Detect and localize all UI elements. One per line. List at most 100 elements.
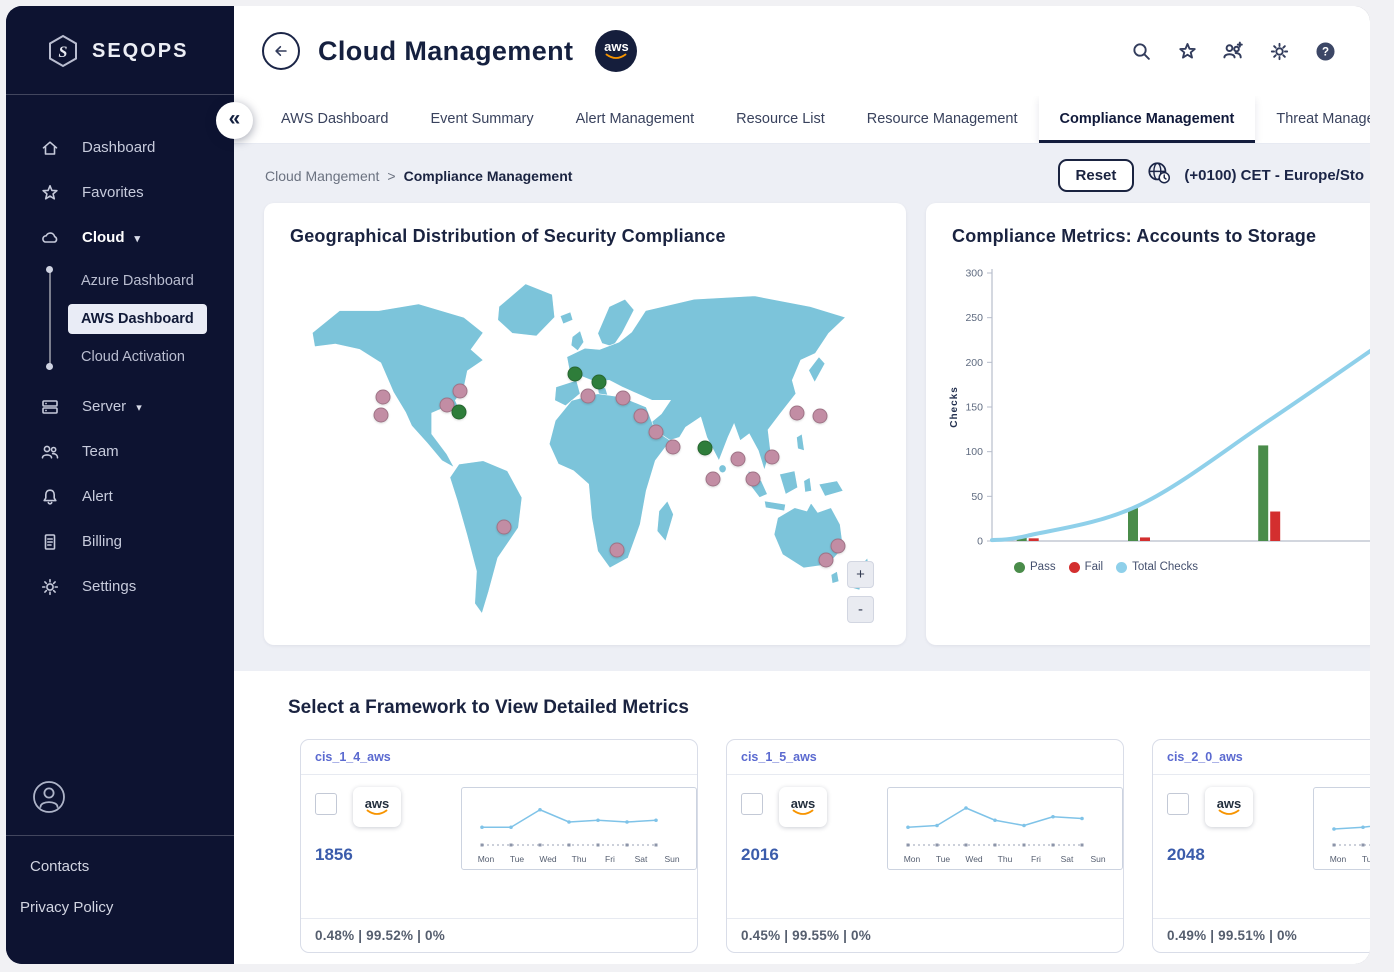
sidebar-footer: Contacts Privacy Policy: [6, 780, 234, 964]
map-marker-pink[interactable]: [665, 439, 680, 454]
sidebar-item-billing[interactable]: Billing: [6, 519, 234, 564]
tab-event-summary[interactable]: Event Summary: [409, 96, 554, 143]
map-zoom-out-button[interactable]: -: [847, 596, 874, 623]
svg-text:S: S: [59, 44, 68, 61]
day-label: Thu: [992, 854, 1018, 864]
sidebar-item-team[interactable]: Team: [6, 429, 234, 474]
svg-text:300: 300: [965, 268, 983, 280]
day-label: Wed: [961, 854, 987, 864]
day-label: Thu: [566, 854, 592, 864]
day-label: Sun: [1085, 854, 1111, 864]
framework-name[interactable]: cis_1_4_aws: [301, 740, 697, 775]
framework-card-cis-1-5-aws[interactable]: cis_1_5_aws aws 2016: [726, 739, 1124, 953]
sidebar-subitem-label: AWS Dashboard: [68, 304, 207, 334]
map-marker-pink[interactable]: [790, 405, 805, 420]
map-marker-green[interactable]: [591, 375, 606, 390]
day-label: Sun: [659, 854, 685, 864]
sidebar-item-alert[interactable]: Alert: [6, 474, 234, 519]
sidebar-collapse-button[interactable]: [216, 102, 253, 139]
search-icon[interactable]: [1130, 40, 1152, 62]
sidebar-item-cloud-activation[interactable]: Cloud Activation: [6, 338, 234, 376]
team-icon: [40, 442, 60, 462]
sidebar-item-favorites[interactable]: Favorites: [6, 170, 234, 215]
contacts-link[interactable]: Contacts: [6, 858, 234, 875]
framework-checkbox[interactable]: [1167, 793, 1189, 815]
back-button[interactable]: [262, 32, 300, 70]
map-marker-pink[interactable]: [609, 542, 624, 557]
sidebar-item-label: Team: [82, 443, 119, 460]
aws-logo-text: aws: [1217, 798, 1242, 809]
aws-logo: aws: [1205, 787, 1253, 827]
map-marker-pink[interactable]: [648, 424, 663, 439]
legend-item: Fail: [1069, 561, 1104, 573]
help-icon[interactable]: ?: [1314, 40, 1336, 62]
chart-card-title: Compliance Metrics: Accounts to Storage: [926, 203, 1370, 255]
timezone-label[interactable]: (+0100) CET - Europe/Sto: [1184, 167, 1364, 184]
settings-gear-icon[interactable]: [1268, 40, 1290, 62]
geo-distribution-card: Geographical Distribution of Security Co…: [264, 203, 906, 645]
sidebar-item-label: Dashboard: [82, 139, 155, 156]
tab-alert-management[interactable]: Alert Management: [555, 96, 715, 143]
sidebar-item-label: Favorites: [82, 184, 144, 201]
frameworks-title: Select a Framework to View Detailed Metr…: [288, 697, 1370, 719]
map-marker-pink[interactable]: [581, 388, 596, 403]
sidebar-item-settings[interactable]: Settings: [6, 564, 234, 609]
tab-threat-management[interactable]: Threat Management: [1255, 96, 1370, 143]
map-marker-pink[interactable]: [634, 408, 649, 423]
map-marker-pink[interactable]: [452, 384, 467, 399]
svg-text:0: 0: [977, 536, 983, 548]
day-label: Mon: [1325, 854, 1351, 864]
day-label: Tue: [1356, 854, 1370, 864]
day-label: Wed: [535, 854, 561, 864]
map-marker-green[interactable]: [567, 367, 582, 382]
tab-compliance-management[interactable]: Compliance Management: [1039, 96, 1256, 143]
map-marker-pink[interactable]: [818, 552, 833, 567]
framework-name[interactable]: cis_2_0_aws: [1153, 740, 1370, 775]
map-marker-pink[interactable]: [615, 390, 630, 405]
map-marker-pink[interactable]: [376, 389, 391, 404]
sidebar-item-aws-dashboard[interactable]: AWS Dashboard: [6, 300, 234, 338]
map-marker-pink[interactable]: [706, 472, 721, 487]
aws-logo-text: aws: [604, 41, 629, 53]
privacy-policy-link[interactable]: Privacy Policy: [6, 899, 234, 916]
cloud-icon: [40, 228, 60, 248]
sidebar-item-dashboard[interactable]: Dashboard: [6, 125, 234, 170]
map-marker-pink[interactable]: [745, 472, 760, 487]
sidebar-item-server[interactable]: Server: [6, 384, 234, 429]
framework-checkbox[interactable]: [315, 793, 337, 815]
world-map[interactable]: + -: [282, 269, 888, 631]
framework-card-body: aws 1856 MonTueWedThuFriSatSun: [301, 775, 697, 918]
tab-resource-management[interactable]: Resource Management: [846, 96, 1039, 143]
cloud-submenu: Azure Dashboard AWS Dashboard Cloud Acti…: [6, 262, 234, 376]
avatar[interactable]: [32, 780, 66, 814]
map-zoom-in-button[interactable]: +: [847, 561, 874, 588]
aws-smile-icon: [791, 809, 815, 817]
bell-icon: [40, 487, 60, 507]
map-marker-pink[interactable]: [373, 407, 388, 422]
sidebar-item-azure-dashboard[interactable]: Azure Dashboard: [6, 262, 234, 300]
home-icon: [40, 138, 60, 158]
aws-smile-icon: [605, 53, 627, 61]
map-marker-green[interactable]: [697, 440, 712, 455]
compliance-chart: 050100150200250300Checks: [944, 259, 1370, 557]
framework-name[interactable]: cis_1_5_aws: [727, 740, 1123, 775]
map-marker-pink[interactable]: [812, 408, 827, 423]
tab-aws-dashboard[interactable]: AWS Dashboard: [260, 96, 409, 143]
breadcrumb-parent[interactable]: Cloud Mangement: [265, 168, 379, 184]
framework-card-cis-2-0-aws[interactable]: cis_2_0_aws aws 2048: [1152, 739, 1370, 953]
favorite-star-icon[interactable]: [1176, 40, 1198, 62]
reset-button[interactable]: Reset: [1058, 159, 1135, 192]
brand-logo[interactable]: S SEQOPS: [6, 6, 234, 68]
map-marker-pink[interactable]: [497, 520, 512, 535]
framework-checkbox[interactable]: [741, 793, 763, 815]
tab-resource-list[interactable]: Resource List: [715, 96, 846, 143]
sidebar-item-label: Billing: [82, 533, 122, 550]
framework-card-cis-1-4-aws[interactable]: cis_1_4_aws aws 1856: [300, 739, 698, 953]
map-marker-pink[interactable]: [831, 539, 846, 554]
map-marker-green[interactable]: [451, 404, 466, 419]
map-marker-pink[interactable]: [730, 452, 745, 467]
sidebar-item-cloud[interactable]: Cloud: [6, 215, 234, 260]
user-group-icon[interactable]: [1222, 40, 1244, 62]
map-marker-pink[interactable]: [764, 449, 779, 464]
day-label: Tue: [930, 854, 956, 864]
